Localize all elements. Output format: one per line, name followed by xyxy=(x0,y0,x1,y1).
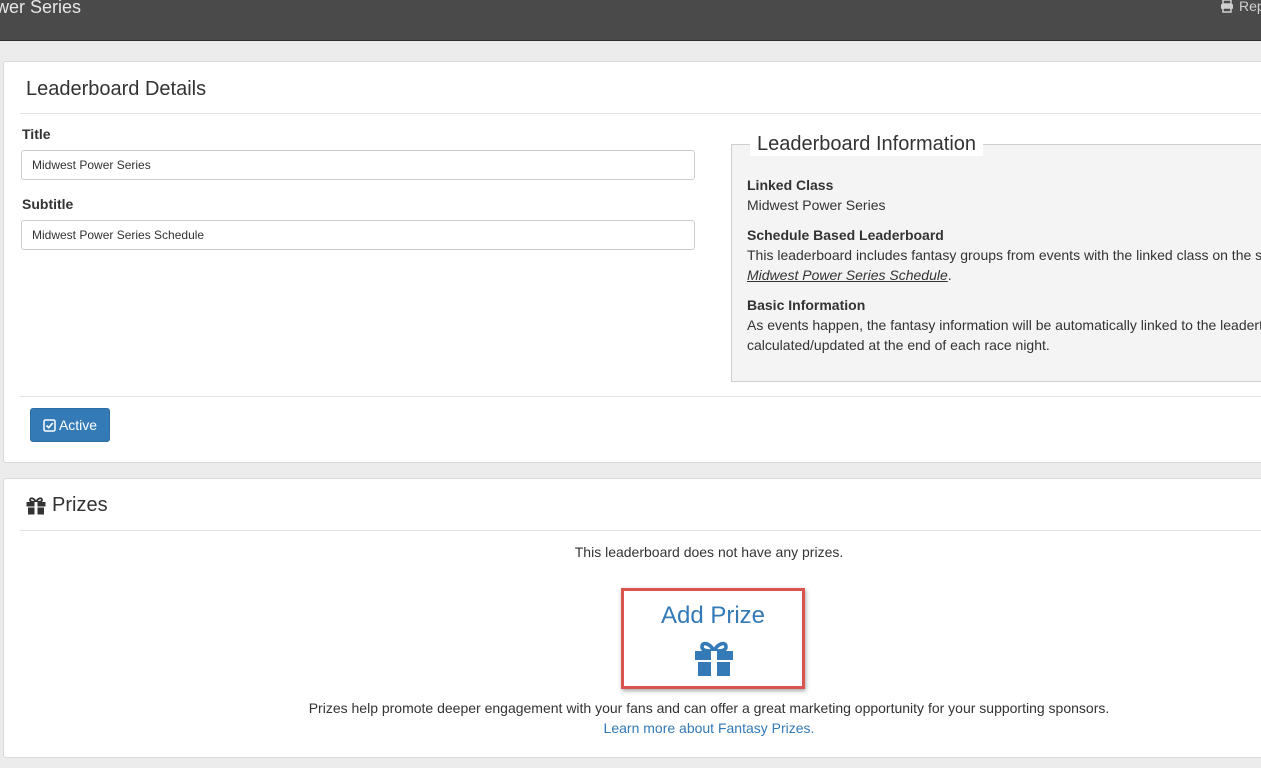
subtitle-input[interactable] xyxy=(21,220,695,250)
basic-info-title: Basic Information xyxy=(747,297,866,313)
gift-icon xyxy=(695,641,733,676)
no-prizes-text: This leaderboard does not have any prize… xyxy=(574,544,844,560)
details-title: Leaderboard Details xyxy=(26,78,207,100)
navbar-title: ower Series xyxy=(0,0,82,17)
print-icon xyxy=(1221,0,1233,13)
info-legend: Leaderboard Information xyxy=(750,133,984,156)
title-input[interactable] xyxy=(21,150,695,180)
add-prize-label: Add Prize xyxy=(660,602,766,629)
add-prize-button[interactable]: Add Prize xyxy=(621,588,805,689)
report-label: Rep xyxy=(1239,0,1261,14)
schedule-link[interactable]: Midwest Power Series Schedule xyxy=(747,267,948,283)
prizes-heading-label: Prizes xyxy=(52,494,108,516)
schedule-text: This leaderboard includes fantasy groups… xyxy=(747,247,1261,263)
leaderboard-information-box: Leaderboard Information Linked Class Mid… xyxy=(731,133,1261,382)
schedule-title: Schedule Based Leaderboard xyxy=(747,227,944,243)
basic-info-text-2: calculated/updated at the end of each ra… xyxy=(747,337,1050,353)
active-button-label: Active xyxy=(58,417,98,433)
subtitle-label: Subtitle xyxy=(22,196,74,212)
report-button[interactable]: Rep xyxy=(1220,0,1261,14)
top-navbar: ower Series Rep xyxy=(0,0,1261,41)
prizes-panel: Prizes This leaderboard does not have an… xyxy=(3,478,1261,758)
linked-class-value: Midwest Power Series xyxy=(747,197,886,213)
basic-info-text-1: As events happen, the fantasy informatio… xyxy=(747,317,1261,333)
details-heading: Leaderboard Details xyxy=(20,62,1261,114)
active-toggle-button[interactable]: Active xyxy=(30,408,110,442)
gift-icon xyxy=(26,496,46,514)
schedule-link-line: Midwest Power Series Schedule. xyxy=(747,265,952,285)
prizes-heading: Prizes xyxy=(20,479,1261,531)
schedule-suffix: . xyxy=(947,267,952,283)
check-square-icon xyxy=(43,418,56,432)
leaderboard-details-panel: Leaderboard Details Title Subtitle Leade… xyxy=(3,61,1261,463)
title-label: Title xyxy=(22,126,51,142)
prizes-promo-text: Prizes help promote deeper engagement wi… xyxy=(308,700,1110,716)
learn-more-link[interactable]: Learn more about Fantasy Prizes. xyxy=(604,720,815,736)
details-divider xyxy=(20,396,1261,397)
prizes-title: Prizes xyxy=(26,494,108,517)
linked-class-title: Linked Class xyxy=(747,177,834,193)
learn-more-line: Learn more about Fantasy Prizes. xyxy=(4,720,1261,736)
